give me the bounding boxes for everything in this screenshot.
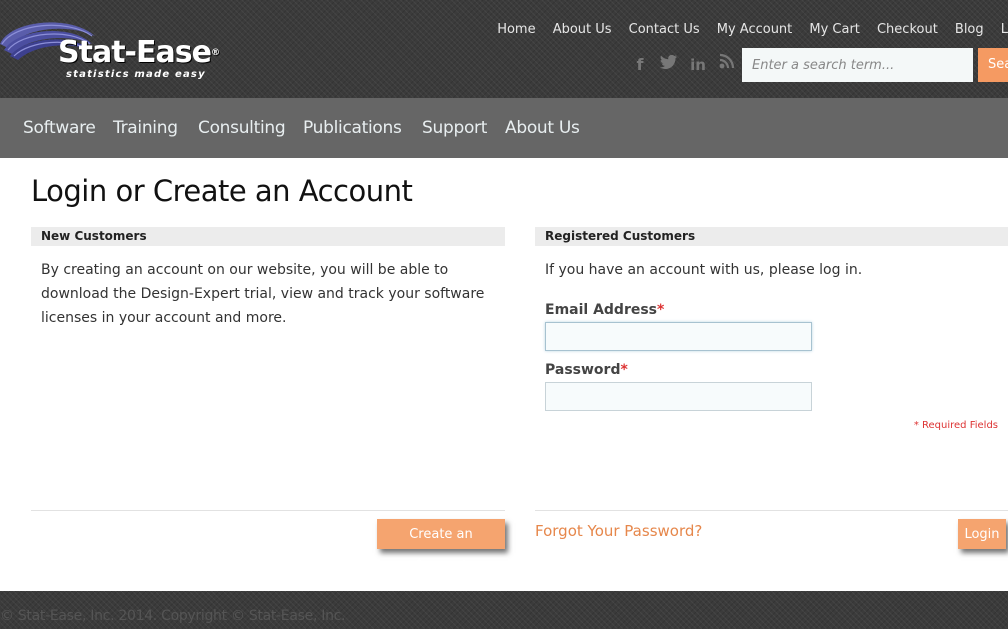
left-divider bbox=[31, 510, 505, 511]
email-label-text: Email Address bbox=[545, 302, 658, 318]
logo-tagline: statistics made easy bbox=[66, 69, 206, 80]
top-nav-my-cart[interactable]: My Cart bbox=[809, 22, 860, 37]
top-nav-about-us[interactable]: About Us bbox=[553, 22, 612, 37]
right-divider bbox=[535, 510, 1008, 511]
top-nav-my-account[interactable]: My Account bbox=[717, 22, 793, 37]
linkedin-icon[interactable]: in bbox=[688, 55, 708, 75]
email-field[interactable] bbox=[545, 322, 812, 351]
blog-icon[interactable] bbox=[717, 52, 737, 72]
search-button[interactable]: Sea bbox=[978, 48, 1008, 82]
top-nav-checkout[interactable]: Checkout bbox=[877, 22, 938, 37]
main-nav-support[interactable]: Support bbox=[422, 118, 487, 138]
top-nav-contact-us[interactable]: Contact Us bbox=[629, 22, 700, 37]
site-header: Stat-Ease® statistics made easy Home Abo… bbox=[0, 0, 1008, 98]
twitter-icon[interactable] bbox=[659, 54, 679, 74]
top-navigation: Home About Us Contact Us My Account My C… bbox=[485, 18, 1008, 37]
required-fields-note: * Required Fields bbox=[913, 420, 998, 431]
page-title: Login or Create an Account bbox=[31, 174, 413, 208]
main-nav-consulting[interactable]: Consulting bbox=[198, 118, 286, 138]
main-nav-training[interactable]: Training bbox=[113, 118, 178, 138]
social-icons: f in bbox=[630, 52, 746, 74]
password-label-text: Password bbox=[545, 362, 621, 378]
login-button[interactable]: Login bbox=[958, 519, 1006, 549]
main-navigation: Software Training Consulting Publication… bbox=[0, 98, 1008, 158]
new-customers-heading: New Customers bbox=[31, 227, 505, 246]
logo-name: Stat-Ease bbox=[58, 35, 212, 70]
footer-copyright: © Stat-Ease, Inc. 2014. Copyright © Stat… bbox=[0, 608, 346, 624]
password-required-marker: * bbox=[620, 362, 628, 378]
forgot-password-link[interactable]: Forgot Your Password? bbox=[535, 522, 702, 540]
site-footer: © Stat-Ease, Inc. 2014. Copyright © Stat… bbox=[0, 591, 1008, 629]
registered-customers-intro: If you have an account with us, please l… bbox=[545, 262, 863, 278]
new-customers-description: By creating an account on our website, y… bbox=[41, 262, 485, 326]
email-label: Email Address* bbox=[545, 302, 664, 318]
stat-ease-logo[interactable]: Stat-Ease® statistics made easy bbox=[0, 14, 260, 84]
facebook-icon[interactable]: f bbox=[630, 55, 650, 75]
create-account-button[interactable]: Create an Account bbox=[377, 519, 505, 572]
email-required-marker: * bbox=[657, 302, 665, 318]
top-nav-home[interactable]: Home bbox=[497, 22, 535, 37]
search-input[interactable] bbox=[742, 48, 973, 82]
password-field[interactable] bbox=[545, 382, 812, 411]
top-nav-truncated-item[interactable]: L bbox=[1001, 22, 1008, 37]
top-nav-blog[interactable]: Blog bbox=[955, 22, 984, 37]
password-label: Password* bbox=[545, 362, 628, 378]
registered-mark: ® bbox=[210, 48, 220, 58]
main-nav-about-us[interactable]: About Us bbox=[505, 118, 580, 138]
registered-customers-heading: Registered Customers bbox=[535, 227, 1008, 246]
main-nav-software[interactable]: Software bbox=[23, 118, 96, 138]
main-nav-publications[interactable]: Publications bbox=[303, 118, 402, 138]
